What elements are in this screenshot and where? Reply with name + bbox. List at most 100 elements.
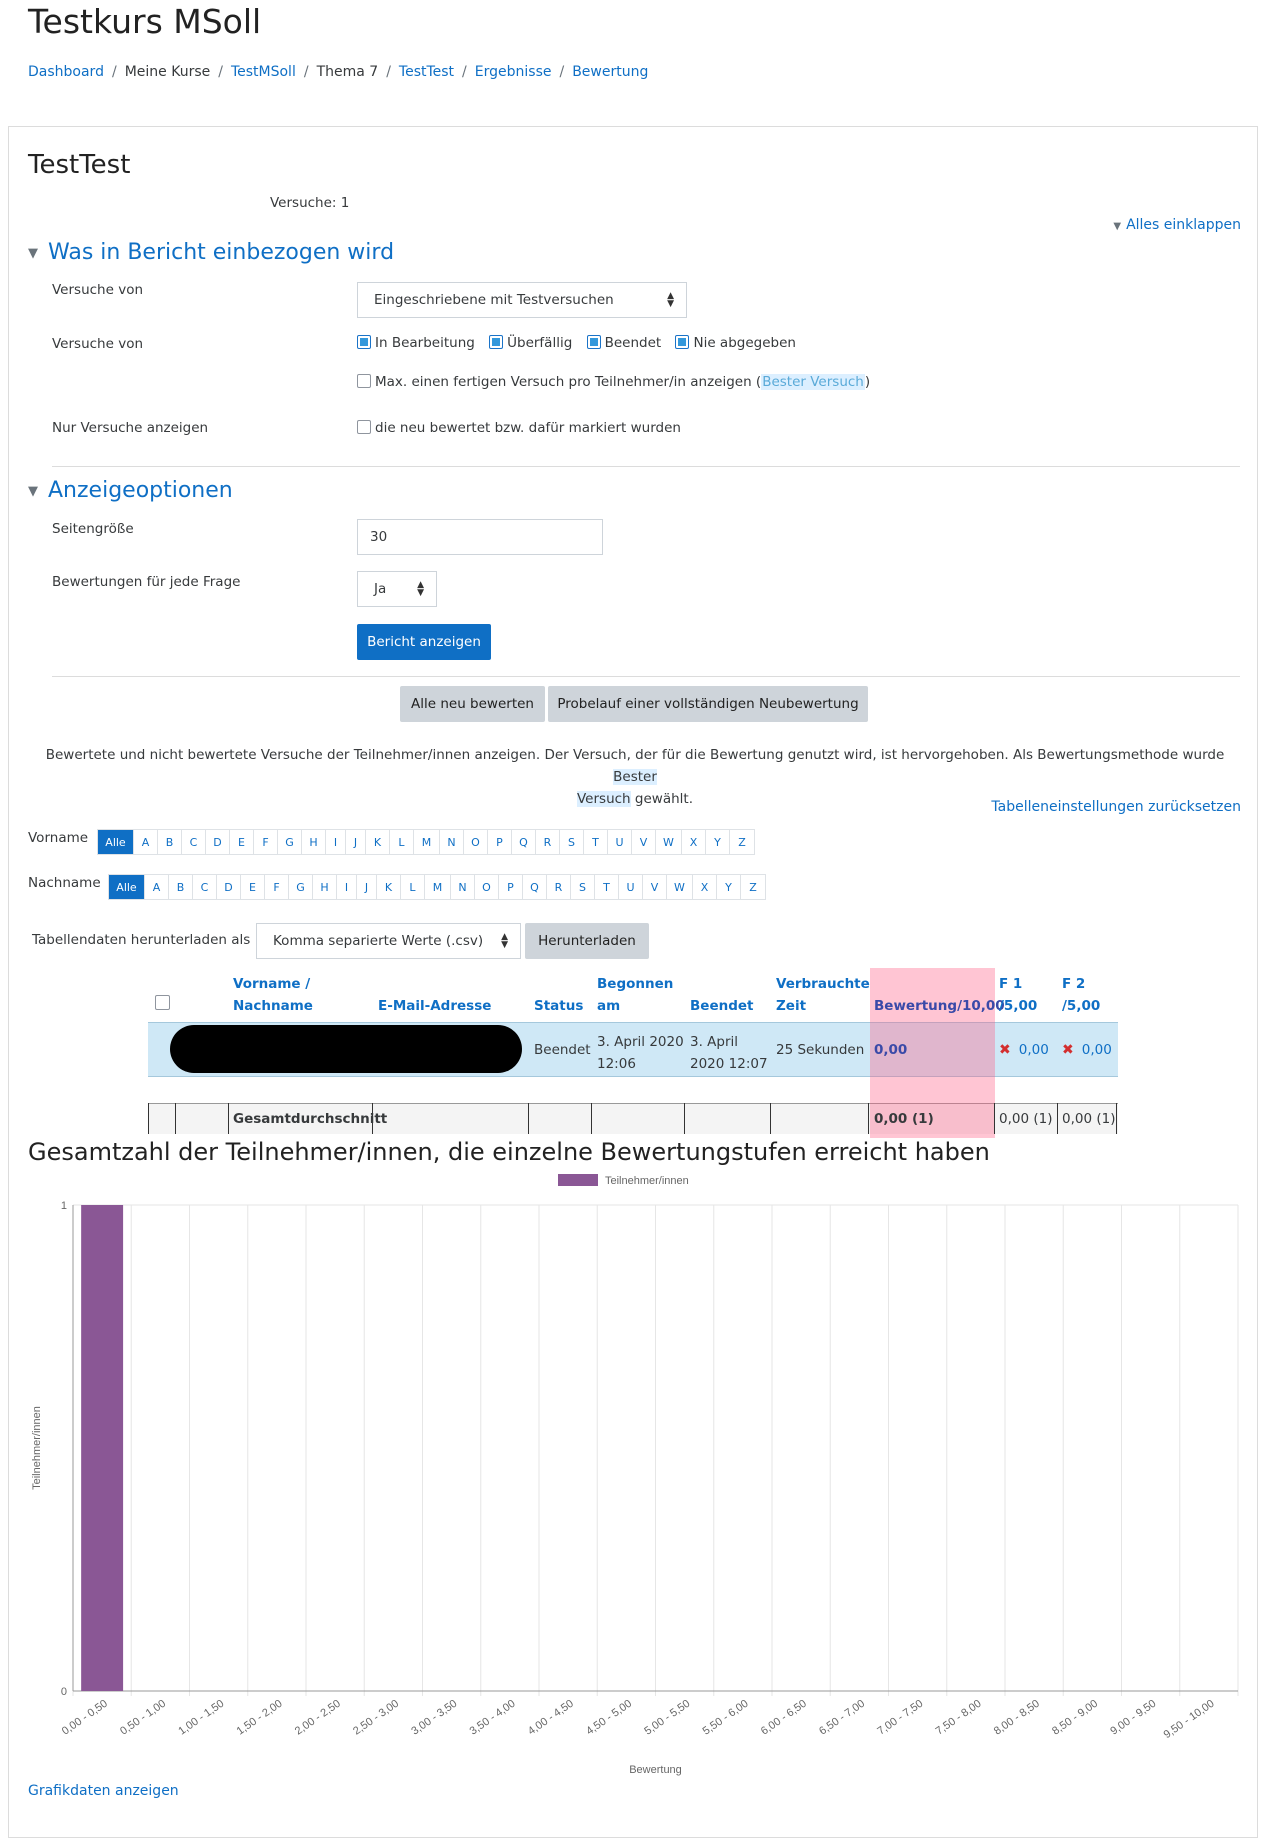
question-2-link[interactable]: 0,00 [1082,1042,1112,1058]
show-chart-data-link[interactable]: Grafikdaten anzeigen [28,1783,179,1799]
cell-question-2[interactable]: ✖ 0,00 [1062,1042,1112,1058]
select-all-checkbox[interactable] [155,995,170,1010]
firstname-initial-i[interactable]: I [326,830,346,854]
lastname-initial-g[interactable]: G [289,875,313,899]
breadcrumb-item-grades[interactable]: Bewertung [572,64,648,80]
firstname-initial-m[interactable]: M [414,830,440,854]
lastname-initial-k[interactable]: K [377,875,401,899]
best-attempt-highlight: Bester Versuch [761,374,865,390]
lastname-initial-u[interactable]: U [619,875,643,899]
lastname-initial-n[interactable]: N [451,875,475,899]
header-question-2[interactable]: F 2/5,00 [1062,973,1100,1017]
cell-grade-link[interactable]: 0,00 [874,1042,907,1058]
state-finished[interactable]: Beendet [586,335,661,351]
download-button[interactable]: Herunterladen [525,923,649,959]
marks-per-question-select[interactable]: Ja ▲ ▼ [357,571,437,607]
header-question-1[interactable]: F 1/5,00 [999,973,1037,1017]
breadcrumb-item-course[interactable]: TestMSoll [231,64,296,80]
firstname-initial-z[interactable]: Z [730,830,754,854]
one-attempt-option[interactable]: Max. einen fertigen Versuch pro Teilnehm… [357,374,870,390]
attempts-from-select[interactable]: Eingeschriebene mit Testversuchen ▲ ▼ [357,282,687,318]
header-finished[interactable]: Beendet [690,995,754,1017]
download-format-value: Komma separierte Werte (.csv) [273,933,484,949]
firstname-initial-t[interactable]: T [584,830,608,854]
header-started[interactable]: Begonnen am [597,973,673,1017]
lastname-initial-l[interactable]: L [401,875,425,899]
firstname-initial-f[interactable]: F [254,830,278,854]
dry-run-regrade-button[interactable]: Probelauf einer vollständigen Neubewertu… [548,686,868,722]
collapse-all-link[interactable]: ▼ Alles einklappen [1113,217,1241,233]
firstname-initial-n[interactable]: N [440,830,464,854]
lastname-initial-a[interactable]: A [145,875,169,899]
show-report-button[interactable]: Bericht anzeigen [357,624,491,660]
firstname-initial-k[interactable]: K [366,830,390,854]
bar-0 [81,1205,124,1691]
reset-table-preferences-link[interactable]: Tabelleneinstellungen zurücksetzen [991,799,1241,815]
header-email[interactable]: E-Mail-Adresse [378,995,491,1017]
legend-display-options[interactable]: ▼ Anzeigeoptionen [28,478,233,503]
firstname-initial-u[interactable]: U [608,830,632,854]
firstname-initial-d[interactable]: D [206,830,230,854]
breadcrumb-separator: / [303,64,309,80]
lastname-initial-d[interactable]: D [217,875,241,899]
header-fullname[interactable]: Vorname / Nachname [233,973,313,1017]
header-time-taken[interactable]: Verbrauchte Zeit [776,973,870,1017]
breadcrumb-item-dashboard[interactable]: Dashboard [28,64,104,80]
legend-report-scope[interactable]: ▼ Was in Bericht einbezogen wird [28,240,394,265]
firstname-initial-e[interactable]: E [230,830,254,854]
firstname-initial-v[interactable]: V [632,830,656,854]
firstname-initial-l[interactable]: L [390,830,414,854]
firstname-initial-y[interactable]: Y [706,830,730,854]
firstname-initial-a[interactable]: A [134,830,158,854]
lastname-initial-j[interactable]: J [357,875,377,899]
caret-down-icon: ▼ [28,246,38,261]
firstname-initial-x[interactable]: X [682,830,706,854]
state-overdue[interactable]: Überfällig [489,335,572,351]
lastname-initial-i[interactable]: I [337,875,357,899]
firstname-initial-all[interactable]: Alle [98,830,134,854]
lastname-initial-c[interactable]: C [193,875,217,899]
checkbox-checked-icon [489,335,504,349]
page-size-input[interactable]: 30 [357,519,603,555]
breadcrumb-item-quiz[interactable]: TestTest [399,64,454,80]
lastname-initial-r[interactable]: R [547,875,571,899]
firstname-initial-o[interactable]: O [464,830,488,854]
only-regraded-option[interactable]: die neu bewertet bzw. dafür markiert wur… [357,420,681,436]
lastname-initial-x[interactable]: X [693,875,717,899]
state-never-submitted[interactable]: Nie abgegeben [675,335,796,351]
firstname-initial-j[interactable]: J [346,830,366,854]
lastname-initial-m[interactable]: M [425,875,451,899]
firstname-initial-w[interactable]: W [656,830,682,854]
firstname-initial-h[interactable]: H [302,830,326,854]
lastname-initial-o[interactable]: O [475,875,499,899]
download-format-select[interactable]: Komma separierte Werte (.csv) ▲ ▼ [256,923,521,959]
lastname-initial-v[interactable]: V [643,875,667,899]
firstname-initial-s[interactable]: S [560,830,584,854]
lastname-initial-z[interactable]: Z [741,875,765,899]
lastname-initial-w[interactable]: W [667,875,693,899]
breadcrumb-item-results[interactable]: Ergebnisse [475,64,552,80]
lastname-initial-all[interactable]: Alle [109,875,145,899]
lastname-initial-t[interactable]: T [595,875,619,899]
question-1-link[interactable]: 0,00 [1019,1042,1049,1058]
firstname-initial-g[interactable]: G [278,830,302,854]
firstname-initial-c[interactable]: C [182,830,206,854]
state-in-progress[interactable]: In Bearbeitung [357,335,475,351]
lastname-initial-b[interactable]: B [169,875,193,899]
firstname-initial-q[interactable]: Q [512,830,536,854]
cell-question-1[interactable]: ✖ 0,00 [999,1042,1049,1058]
lastname-initial-q[interactable]: Q [523,875,547,899]
firstname-initial-p[interactable]: P [488,830,512,854]
lastname-initial-f[interactable]: F [265,875,289,899]
x-tick-label: 2,50 - 3,00 [351,1698,401,1738]
lastname-initial-p[interactable]: P [499,875,523,899]
regrade-all-button[interactable]: Alle neu bewerten [400,686,545,722]
lastname-initial-y[interactable]: Y [717,875,741,899]
header-status[interactable]: Status [534,995,583,1017]
lastname-initial-s[interactable]: S [571,875,595,899]
firstname-initial-b[interactable]: B [158,830,182,854]
header-grade[interactable]: Bewertung/10,00 [874,995,1005,1017]
lastname-initial-h[interactable]: H [313,875,337,899]
lastname-initial-e[interactable]: E [241,875,265,899]
firstname-initial-r[interactable]: R [536,830,560,854]
